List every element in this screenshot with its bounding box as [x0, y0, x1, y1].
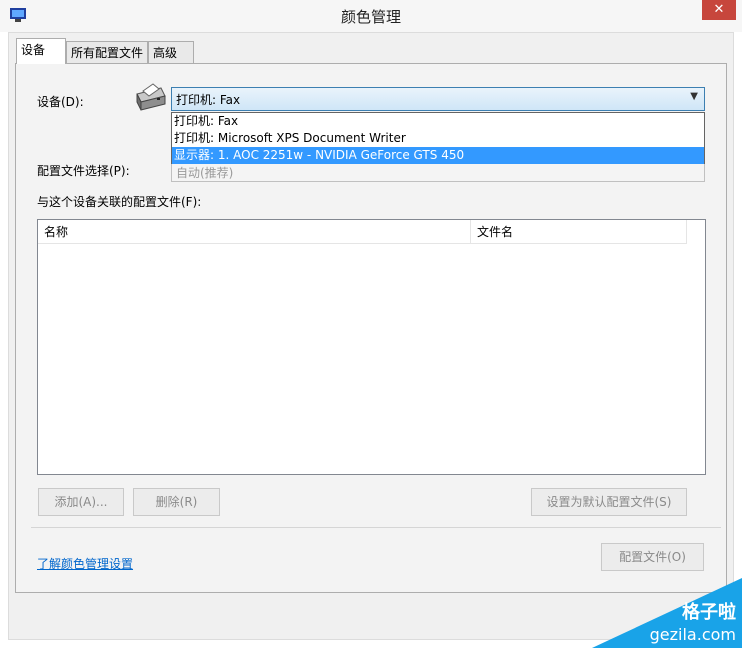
printer-icon — [136, 83, 166, 111]
device-select[interactable]: 打印机: Fax ▼ — [171, 87, 705, 111]
watermark-url: gezila.com — [649, 625, 736, 644]
column-header-name[interactable]: 名称 — [38, 220, 471, 244]
add-button[interactable]: 添加(A)... — [38, 488, 124, 516]
title-bar: 颜色管理 ✕ — [0, 0, 742, 32]
device-label: 设备(D): — [37, 95, 84, 109]
close-button[interactable]: ✕ — [702, 0, 736, 20]
dropdown-option-monitor[interactable]: 显示器: 1. AOC 2251w - NVIDIA GeForce GTS 4… — [172, 147, 704, 164]
watermark: 格子啦 gezila.com — [592, 578, 742, 648]
device-dropdown: 打印机: Fax 打印机: Microsoft XPS Document Wri… — [171, 112, 705, 164]
watermark-title: 格子啦 — [682, 602, 736, 623]
profiles-button[interactable]: 配置文件(O) — [601, 543, 704, 571]
profile-selection-value: 自动(推荐) — [176, 166, 234, 180]
associated-profiles-label: 与这个设备关联的配置文件(F): — [37, 195, 202, 209]
dropdown-option-fax[interactable]: 打印机: Fax — [172, 113, 704, 130]
tab-advanced[interactable]: 高级 — [148, 41, 194, 63]
chevron-down-icon[interactable]: ▼ — [690, 91, 698, 102]
divider — [31, 527, 721, 528]
remove-button[interactable]: 删除(R) — [133, 488, 220, 516]
profile-selection-label: 配置文件选择(P): — [37, 164, 130, 178]
column-header-filename[interactable]: 文件名 — [471, 220, 687, 244]
dropdown-option-xps[interactable]: 打印机: Microsoft XPS Document Writer — [172, 130, 704, 147]
set-default-button[interactable]: 设置为默认配置文件(S) — [531, 488, 687, 516]
profiles-list[interactable]: 名称 文件名 — [37, 219, 706, 475]
window-title: 颜色管理 — [340, 8, 401, 26]
tab-device[interactable]: 设备 — [16, 38, 66, 64]
device-select-value: 打印机: Fax — [176, 93, 241, 107]
learn-color-settings-link[interactable]: 了解颜色管理设置 — [37, 555, 133, 572]
tab-all-profiles[interactable]: 所有配置文件 — [66, 41, 148, 63]
